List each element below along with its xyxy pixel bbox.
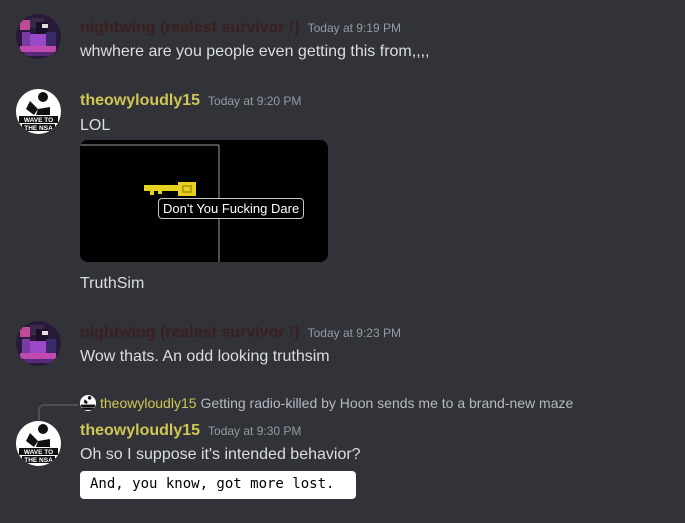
wave-to-the-nsa-icon [80, 395, 96, 411]
username[interactable]: nightwing (realest survivor !) [80, 324, 300, 342]
reply-reference[interactable]: theowyloudly15 Getting radio-killed by H… [80, 395, 573, 411]
wave-to-the-nsa-icon: WAVE TO THE NSA [16, 89, 61, 134]
theowyloudly15-avatar[interactable]: WAVE TO THE NSA [16, 89, 61, 134]
timestamp[interactable]: Today at 9:23 PM [308, 326, 401, 340]
reply-username[interactable]: theowyloudly15 [100, 395, 197, 411]
text-image-attachment[interactable]: And, you know, got more lost. [80, 471, 356, 499]
pixel-art-creature-icon [16, 14, 61, 59]
timestamp[interactable]: Today at 9:20 PM [208, 94, 301, 108]
wave-to-the-nsa-icon: WAVE TO THE NSA [16, 421, 61, 466]
image-tooltip: Don't You Fucking Dare [158, 198, 305, 219]
timestamp[interactable]: Today at 9:19 PM [308, 21, 401, 35]
pixel-art-creature-icon [16, 321, 61, 366]
message-text: Wow thats. An odd looking truthsim [80, 348, 330, 365]
nightwing-avatar[interactable] [16, 14, 61, 59]
image-attachment[interactable]: Don't You Fucking Dare [80, 140, 328, 262]
theowyloudly15-avatar[interactable]: WAVE TO THE NSA [16, 421, 61, 466]
avatar-text-line1: WAVE TO [24, 449, 53, 456]
avatar-text-line2: THE NSA [24, 457, 53, 464]
avatar-text-line2: THE NSA [24, 125, 53, 132]
reply-text[interactable]: Getting radio-killed by Hoon sends me to… [201, 395, 574, 411]
message-text: LOL [80, 117, 111, 134]
image-text: And, you know, got more lost. [90, 476, 335, 492]
nightwing-avatar[interactable] [16, 321, 61, 366]
reply-connector [38, 404, 78, 420]
message-caption: TruthSim [80, 275, 145, 292]
username[interactable]: nightwing (realest survivor !) [80, 19, 300, 37]
message-text: Oh so I suppose it's intended behavior? [80, 446, 361, 463]
username[interactable]: theowyloudly15 [80, 422, 200, 440]
reply-avatar [80, 395, 96, 411]
message-text: whwhere are you people even getting this… [80, 43, 430, 60]
timestamp[interactable]: Today at 9:30 PM [208, 424, 301, 438]
username[interactable]: theowyloudly15 [80, 92, 200, 110]
avatar-text-line1: WAVE TO [24, 117, 53, 124]
